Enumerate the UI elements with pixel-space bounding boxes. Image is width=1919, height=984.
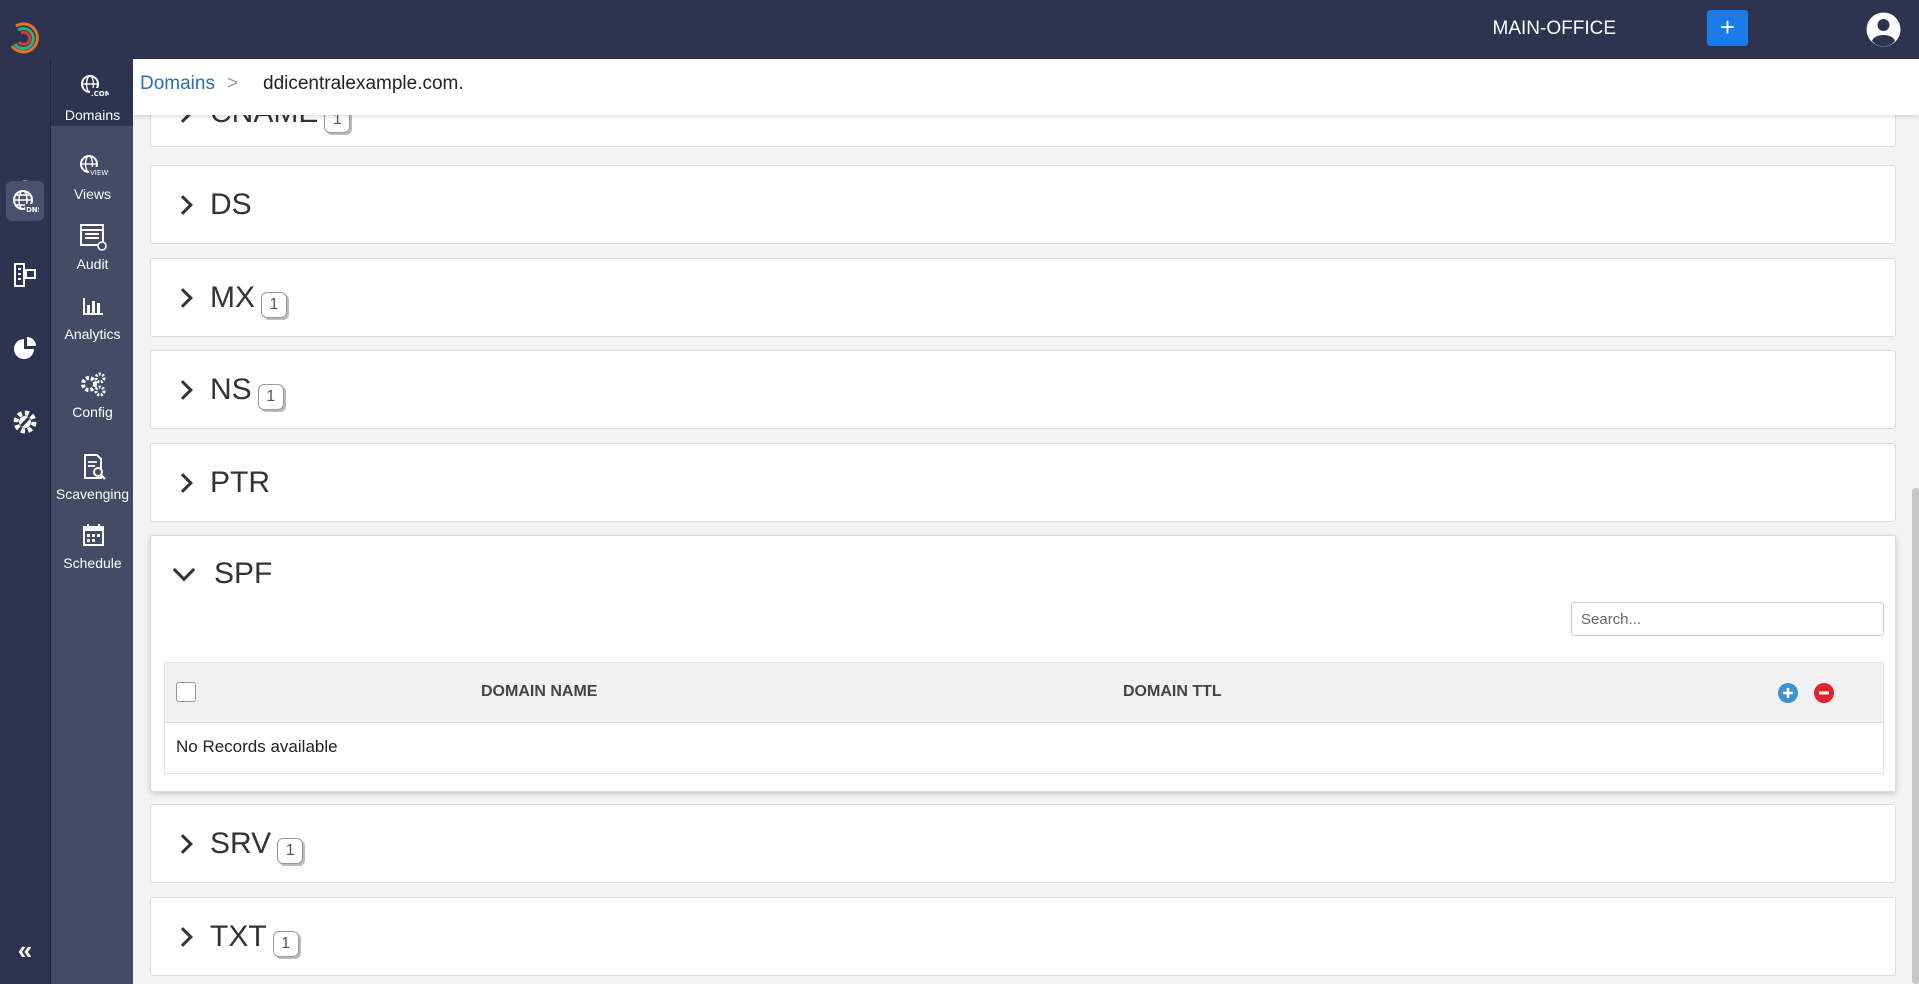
chevron-right-icon <box>173 473 193 493</box>
record-panel-header[interactable]: SPF <box>172 536 273 612</box>
record-panel-header[interactable]: DS <box>173 166 252 244</box>
records-table: DOMAIN NAME DOMAIN TTL No Records availa… <box>164 662 1884 774</box>
submenu-label: Config <box>72 404 113 420</box>
reports-pie-icon[interactable] <box>6 328 44 368</box>
record-type-label: NS <box>210 373 252 406</box>
record-count-badge: 1 <box>272 931 299 957</box>
record-panel-srv[interactable]: SRV 1 <box>150 804 1896 883</box>
calendar-icon <box>82 524 104 546</box>
submenu-label: Analytics <box>64 326 121 342</box>
settings-wrench-icon[interactable] <box>6 402 44 442</box>
user-account-icon[interactable] <box>1865 11 1902 48</box>
record-count-badge: 1 <box>324 115 351 133</box>
record-panel-mx[interactable]: MX 1 <box>150 258 1896 337</box>
record-panel-txt[interactable]: TXT 1 <box>150 897 1896 976</box>
submenu-item-schedule[interactable]: Schedule <box>51 521 134 571</box>
records-content: CNAME 1 DS MX 1 NS 1 PTR SPF <box>133 115 1919 984</box>
breadcrumb-separator: > <box>227 73 239 94</box>
tenant-selector[interactable]: MAIN-OFFICE <box>1493 0 1617 59</box>
select-all-checkbox[interactable] <box>176 682 196 702</box>
views-globe-icon: VIEWS <box>79 155 109 177</box>
chevron-right-icon <box>173 927 193 947</box>
record-type-label: SPF <box>214 557 273 590</box>
submenu-item-scavenging[interactable]: Scavenging <box>51 452 134 502</box>
record-count-badge: 1 <box>277 838 304 864</box>
record-count-badge: 1 <box>261 292 287 318</box>
submenu-label: Schedule <box>63 555 122 571</box>
submenu-label: Scavenging <box>55 486 130 502</box>
chevron-down-icon <box>172 558 196 582</box>
record-panel-header[interactable]: SRV 1 <box>173 805 304 883</box>
column-header-domain-name[interactable]: DOMAIN NAME <box>481 683 597 701</box>
svg-text:DNS: DNS <box>26 206 39 214</box>
record-type-label: MX <box>210 281 255 314</box>
submenu-item-config[interactable]: Config <box>51 370 134 420</box>
record-panel-ptr[interactable]: PTR <box>150 443 1896 522</box>
config-gears-icon <box>80 372 105 397</box>
record-panel-ns[interactable]: NS 1 <box>150 350 1896 429</box>
record-panel-header[interactable]: TXT 1 <box>173 898 299 976</box>
network-icon[interactable] <box>6 255 44 295</box>
main-nav-rail: DNS « <box>0 59 50 984</box>
chevron-right-icon <box>173 288 193 308</box>
dns-submenu: .COM Domains VIEWS Views Audit Analytics… <box>50 59 134 984</box>
chevron-right-icon <box>173 195 193 215</box>
record-type-label: TXT <box>210 920 267 953</box>
record-panel-header[interactable]: MX 1 <box>173 259 287 337</box>
record-panel-cname[interactable]: CNAME 1 <box>150 115 1896 147</box>
submenu-item-views[interactable]: VIEWS Views <box>51 152 134 202</box>
record-type-label: CNAME <box>210 115 318 130</box>
scavenging-icon <box>83 454 106 480</box>
search-input[interactable] <box>1571 602 1884 636</box>
record-panel-header[interactable]: CNAME 1 <box>173 115 351 148</box>
vertical-scrollbar[interactable] <box>1912 488 1919 984</box>
svg-text:.COM: .COM <box>91 90 109 98</box>
add-button[interactable]: + <box>1707 10 1748 46</box>
submenu-label: Audit <box>76 256 109 272</box>
chevron-right-icon <box>173 115 193 123</box>
submenu-item-domains[interactable]: .COM Domains <box>51 59 134 126</box>
table-header: DOMAIN NAME DOMAIN TTL <box>165 663 1883 723</box>
empty-records-message: No Records available <box>176 737 338 756</box>
collapse-menu-icon[interactable]: « <box>0 935 50 966</box>
submenu-item-analytics[interactable]: Analytics <box>51 292 134 342</box>
dns-globe-icon[interactable]: DNS <box>6 181 44 221</box>
submenu-item-audit[interactable]: Audit <box>51 222 134 272</box>
breadcrumb-domains-link[interactable]: Domains <box>140 59 215 109</box>
record-panel-header[interactable]: PTR <box>173 444 270 522</box>
analytics-icon <box>82 298 103 315</box>
add-record-icon[interactable] <box>1777 682 1799 704</box>
top-bar: MAIN-OFFICE + <box>0 0 1919 59</box>
submenu-label: Views <box>73 186 112 202</box>
svg-text:VIEWS: VIEWS <box>90 169 109 177</box>
domains-globe-icon: .COM <box>80 75 109 98</box>
app-logo-icon[interactable] <box>6 20 44 58</box>
record-count-badge: 1 <box>257 384 284 410</box>
record-panel-header[interactable]: NS 1 <box>173 351 284 429</box>
breadcrumb-current-domain: ddicentralexample.com. <box>263 73 464 94</box>
audit-icon <box>79 224 107 251</box>
record-type-label: DS <box>210 188 252 221</box>
record-type-label: PTR <box>210 466 270 499</box>
chevron-right-icon <box>173 834 193 854</box>
record-panel-ds[interactable]: DS <box>150 165 1896 244</box>
breadcrumb: Domains > ddicentralexample.com. <box>133 59 1919 115</box>
record-panel-spf: SPF DOMAIN NAME DOMAIN TTL No Records av… <box>150 535 1896 792</box>
delete-record-icon[interactable] <box>1813 682 1835 704</box>
column-header-domain-ttl[interactable]: DOMAIN TTL <box>1123 683 1222 701</box>
chevron-right-icon <box>173 380 193 400</box>
submenu-label: Domains <box>64 107 121 123</box>
record-type-label: SRV <box>210 827 272 860</box>
